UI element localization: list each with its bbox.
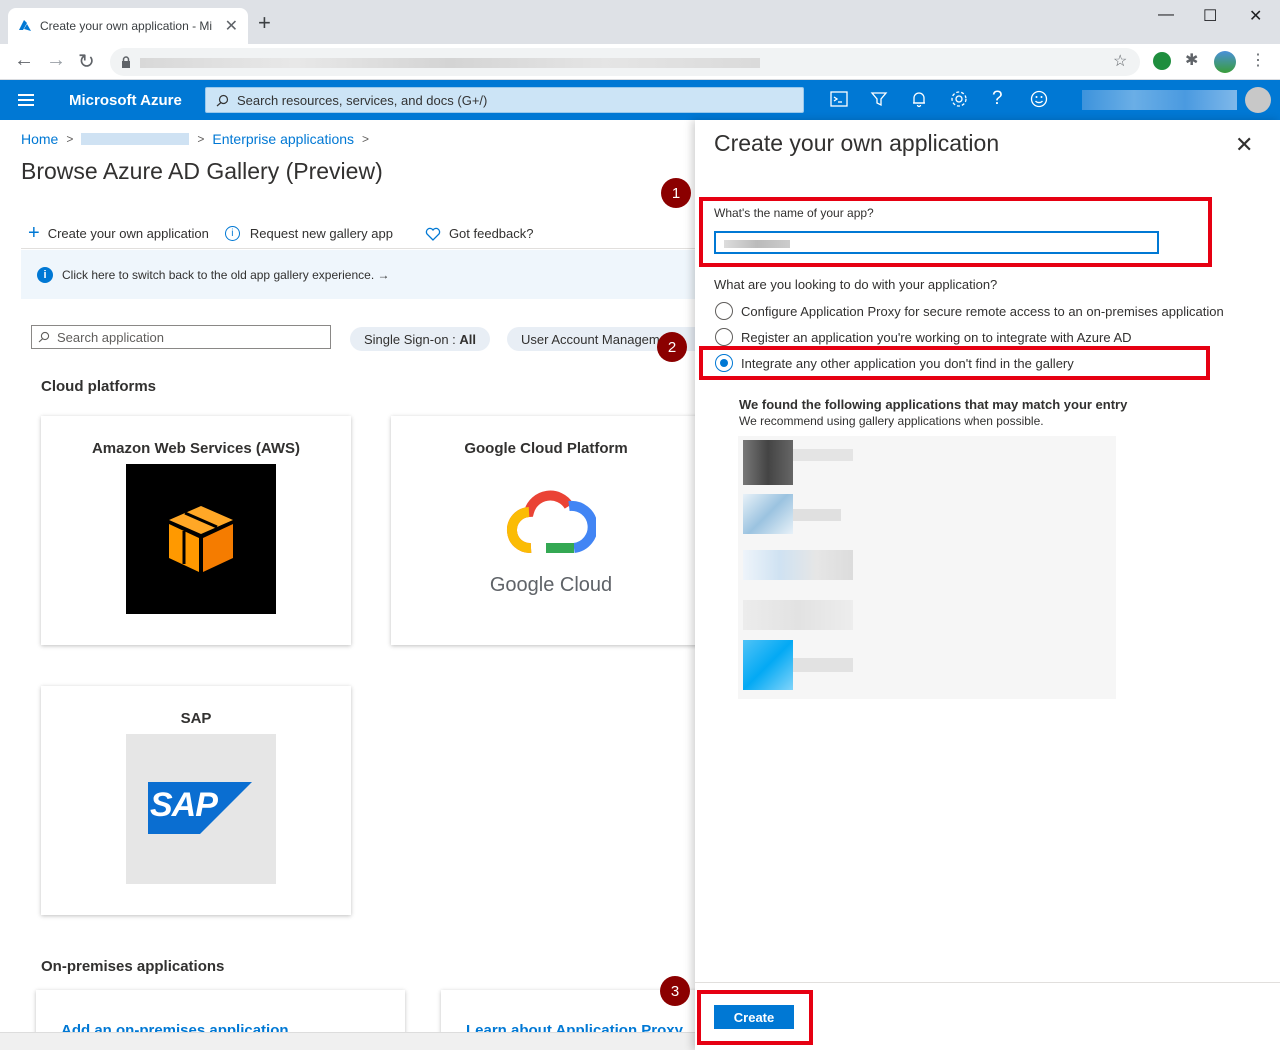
- match-item[interactable]: [743, 600, 853, 630]
- new-tab-icon[interactable]: +: [258, 12, 271, 34]
- browser-tab[interactable]: Create your own application - Mi ✕: [8, 8, 248, 44]
- user-avatar[interactable]: [1245, 87, 1271, 113]
- extension-icon[interactable]: [1153, 52, 1171, 70]
- account-name-redacted[interactable]: [1082, 90, 1237, 110]
- divider: [21, 248, 695, 249]
- directory-filter-icon[interactable]: [870, 90, 888, 108]
- menu-kebab-icon[interactable]: ⋮: [1250, 50, 1266, 70]
- google-cloud-logo-text: Google Cloud: [489, 574, 613, 596]
- tab-close-icon[interactable]: ✕: [225, 16, 238, 36]
- app-search-input[interactable]: Search application: [31, 325, 331, 349]
- breadcrumb-separator: >: [197, 132, 205, 146]
- plus-icon: +: [28, 222, 40, 244]
- panel-title: Create your own application: [714, 130, 1000, 156]
- card-title: Amazon Web Services (AWS): [91, 440, 301, 457]
- breadcrumb-tenant-redacted[interactable]: [81, 133, 190, 145]
- sap-logo-text: SAP: [150, 786, 218, 824]
- footer-divider: [695, 982, 1280, 983]
- gallery-card-google-cloud[interactable]: Google Cloud Platform Google Cloud: [391, 416, 695, 645]
- tab-title: Create your own application - Mi: [40, 19, 213, 33]
- info-filled-icon: i: [37, 266, 53, 283]
- match-item-name[interactable]: [793, 509, 841, 521]
- match-item-name[interactable]: [793, 658, 853, 672]
- card-title: Google Cloud Platform: [464, 440, 628, 457]
- settings-gear-icon[interactable]: [950, 90, 968, 108]
- url-redacted: [140, 58, 760, 68]
- profile-avatar[interactable]: [1214, 51, 1236, 73]
- info-banner-text: Click here to switch back to the old app…: [62, 267, 390, 282]
- annotation-marker-3: 3: [660, 976, 690, 1006]
- search-icon: [38, 331, 50, 343]
- google-cloud-logo: Google Cloud: [476, 464, 626, 614]
- browser-toolbar: ← → ↻ ☆ ✱ ⋮: [0, 44, 1280, 80]
- azure-favicon-icon: [19, 20, 31, 31]
- annotation-box-create: [697, 990, 813, 1045]
- filter-single-sign-on[interactable]: Single Sign-on : All: [350, 327, 491, 351]
- forward-icon[interactable]: →: [46, 49, 66, 72]
- info-banner[interactable]: i Click here to switch back to the old a…: [21, 250, 695, 299]
- info-icon: i: [224, 226, 240, 241]
- address-bar[interactable]: ☆: [110, 48, 1140, 76]
- card-title: SAP: [180, 710, 212, 727]
- match-item-name[interactable]: [793, 449, 853, 461]
- aws-logo: [126, 464, 276, 614]
- gallery-card-aws[interactable]: Amazon Web Services (AWS): [41, 416, 351, 645]
- section-heading-cloud: Cloud platforms: [41, 378, 156, 395]
- aws-box-icon: [169, 506, 233, 572]
- cloud-shell-icon[interactable]: [830, 90, 848, 108]
- radio-app-proxy-label: Configure Application Proxy for secure r…: [741, 304, 1224, 319]
- breadcrumb-enterprise-apps[interactable]: Enterprise applications: [212, 131, 354, 147]
- feedback-smiley-icon[interactable]: [1030, 90, 1048, 108]
- radio-app-proxy[interactable]: [715, 302, 733, 320]
- heart-icon: [425, 227, 441, 241]
- purpose-label: What are you looking to do with your app…: [714, 277, 998, 292]
- minimize-icon[interactable]: —: [1158, 6, 1174, 24]
- match-item-logo[interactable]: [743, 640, 793, 690]
- section-heading-onprem: On-premises applications: [41, 958, 225, 975]
- create-own-app-button[interactable]: + Create your own application: [28, 222, 209, 245]
- match-item-logo[interactable]: [743, 494, 793, 534]
- match-item-logo[interactable]: [743, 440, 793, 485]
- google-cloud-icon: [506, 490, 596, 553]
- horizontal-scrollbar[interactable]: [0, 1032, 695, 1050]
- reload-icon[interactable]: ↻: [78, 49, 95, 74]
- annotation-box-option: [699, 346, 1210, 380]
- feedback-button[interactable]: Got feedback?: [425, 226, 534, 241]
- hamburger-menu-icon[interactable]: [18, 94, 34, 106]
- azure-brand[interactable]: Microsoft Azure: [69, 92, 182, 109]
- bookmark-star-icon[interactable]: ☆: [1113, 51, 1127, 71]
- search-icon: [216, 94, 229, 106]
- global-search-input[interactable]: Search resources, services, and docs (G+…: [205, 87, 804, 113]
- breadcrumb: Home > > Enterprise applications >: [21, 131, 369, 147]
- close-window-icon[interactable]: ✕: [1249, 6, 1262, 26]
- panel-close-icon[interactable]: ✕: [1235, 132, 1253, 158]
- back-icon[interactable]: ←: [14, 49, 34, 72]
- azure-header: Microsoft Azure Search resources, servic…: [0, 80, 1280, 120]
- annotation-marker-2: 2: [657, 332, 687, 362]
- match-subheading: We recommend using gallery applications …: [739, 414, 1044, 428]
- match-heading: We found the following applications that…: [739, 397, 1128, 412]
- breadcrumb-separator: >: [66, 132, 74, 146]
- radio-register-app[interactable]: [715, 328, 733, 346]
- radio-register-app-label: Register an application you're working o…: [741, 330, 1132, 345]
- page-title: Browse Azure AD Gallery (Preview): [21, 158, 383, 184]
- browser-tab-bar: Create your own application - Mi ✕ + — ☐…: [0, 0, 1280, 44]
- breadcrumb-home[interactable]: Home: [21, 131, 58, 147]
- annotation-marker-1: 1: [661, 178, 691, 208]
- gallery-card-sap[interactable]: SAP SAP: [41, 686, 351, 915]
- match-item[interactable]: [743, 550, 853, 580]
- gallery-page: Home > > Enterprise applications > Brows…: [0, 120, 695, 1050]
- puzzle-extensions-icon[interactable]: ✱: [1185, 50, 1198, 70]
- command-bar: + Create your own application i Request …: [28, 222, 534, 245]
- sap-logo: SAP: [126, 734, 276, 884]
- notifications-bell-icon[interactable]: [910, 90, 928, 108]
- global-search-placeholder: Search resources, services, and docs (G+…: [237, 92, 488, 108]
- breadcrumb-separator: >: [362, 132, 370, 146]
- maximize-icon[interactable]: ☐: [1203, 6, 1217, 26]
- lock-icon: [122, 56, 130, 68]
- request-gallery-app-button[interactable]: i Request new gallery app: [224, 226, 393, 241]
- annotation-box-name: [699, 197, 1212, 267]
- help-icon[interactable]: ?: [992, 88, 1003, 110]
